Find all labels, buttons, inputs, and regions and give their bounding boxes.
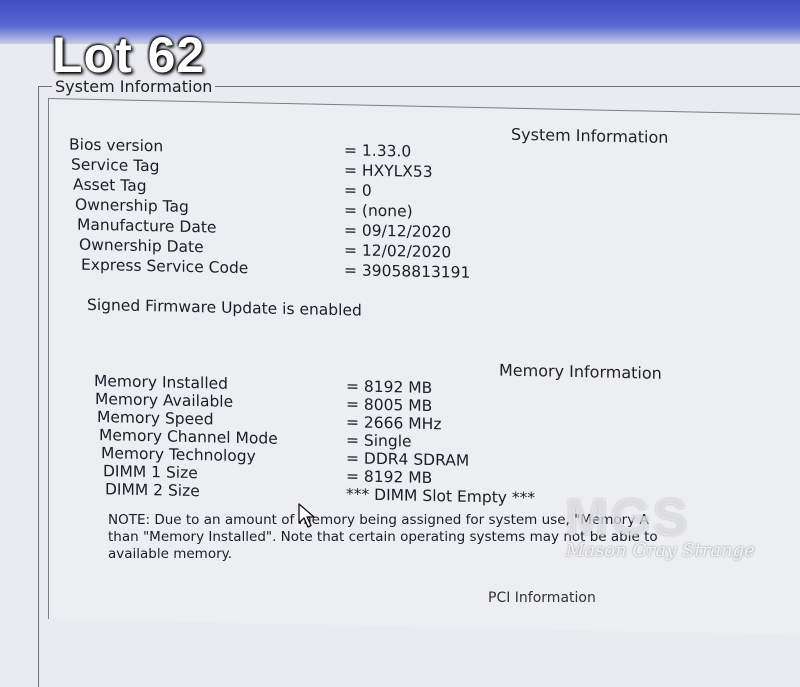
row-value-dimm-1-size: = 8192 MB xyxy=(346,467,433,488)
row-value-dimm-2-size: *** DIMM Slot Empty *** xyxy=(346,485,536,508)
watermark-text: Mason Gray Strange xyxy=(566,540,755,561)
row-value-ownership-date: = 12/02/2020 xyxy=(344,241,452,262)
row-label-ownership-date: Ownership Date xyxy=(79,235,204,257)
row-label-dimm-1-size: DIMM 1 Size xyxy=(103,462,198,483)
row-value-memory-installed: = 8192 MB xyxy=(346,377,433,398)
firmware-status: Signed Firmware Update is enabled xyxy=(87,295,362,320)
memory-info-heading: Memory Information xyxy=(499,360,662,383)
pci-info-heading: PCI Information xyxy=(488,590,596,606)
row-value-express-service-code: = 39058813191 xyxy=(344,261,471,282)
row-label-asset-tag: Asset Tag xyxy=(73,175,147,196)
mouse-cursor-icon xyxy=(298,503,316,533)
row-value-memory-channel-mode: = Single xyxy=(346,431,412,451)
row-label-service-tag: Service Tag xyxy=(71,155,160,176)
lot-label: Lot 62 xyxy=(52,27,206,83)
row-value-ownership-tag: = (none) xyxy=(344,201,413,221)
watermark-logo: MGS xyxy=(565,489,690,547)
row-label-manufacture-date: Manufacture Date xyxy=(77,215,217,237)
row-label-memory-speed: Memory Speed xyxy=(97,408,214,429)
row-value-asset-tag: = 0 xyxy=(344,181,372,200)
row-label-express-service-code: Express Service Code xyxy=(81,255,249,278)
row-value-memory-available: = 8005 MB xyxy=(346,395,433,416)
system-info-heading: System Information xyxy=(511,124,669,147)
row-label-dimm-2-size: DIMM 2 Size xyxy=(105,480,200,501)
row-value-service-tag: = HXYLX53 xyxy=(344,161,433,182)
row-value-memory-speed: = 2666 MHz xyxy=(346,413,442,434)
row-value-manufacture-date: = 09/12/2020 xyxy=(344,221,452,242)
row-value-bios-version: = 1.33.0 xyxy=(344,141,412,161)
row-label-bios-version: Bios version xyxy=(69,135,164,156)
row-label-ownership-tag: Ownership Tag xyxy=(75,195,189,216)
